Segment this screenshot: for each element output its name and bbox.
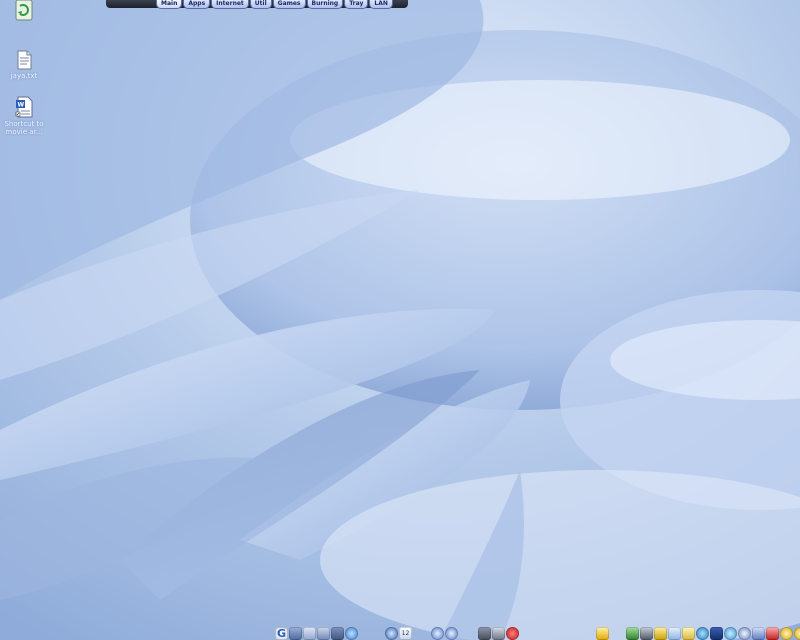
messenger-icon[interactable] [724,626,737,640]
bottom-dock-media [431,626,458,640]
desktop-icon-recycle-bin[interactable] [0,0,48,24]
tab-games[interactable]: Games [272,0,306,9]
desktop-icon-label: Shortcut to movie ar... [4,120,44,136]
desktop-icon-label: jaya.txt [10,72,38,80]
window-icon[interactable] [710,626,723,640]
bottom-dock-tray [596,626,609,640]
alert-icon[interactable] [506,626,519,640]
word-document-icon: W [15,96,33,118]
lightning-icon[interactable] [596,626,609,640]
speaker-icon[interactable] [640,626,653,640]
tab-lan[interactable]: LAN [369,0,393,9]
recycle-bin-icon [15,0,33,21]
shield-icon[interactable] [654,626,667,640]
desktop-icon-movie-shortcut[interactable]: W Shortcut to movie ar... [0,96,48,136]
user-icon[interactable] [696,626,709,640]
svg-text:W: W [18,102,25,109]
blue-folder-icon[interactable] [752,626,765,640]
tools-icon[interactable] [738,626,751,640]
globe-icon[interactable] [385,626,398,640]
media-player-icon[interactable] [431,626,444,640]
folder-icon[interactable] [289,626,302,640]
bottom-dock-tray-icons [626,626,800,640]
red-box-icon[interactable] [766,626,779,640]
tab-main[interactable]: Main [156,0,183,9]
monitor-icon[interactable] [331,626,344,640]
top-dock-tabs: Main Apps Internet Util Games Burning Tr… [156,0,393,9]
text-file-icon [17,50,32,70]
tab-apps[interactable]: Apps [183,0,211,9]
bottom-dock-center: G [275,626,358,640]
google-search-icon[interactable]: G [275,626,288,640]
media-library-icon[interactable] [445,626,458,640]
desktop-wallpaper [0,0,800,640]
target-icon[interactable] [794,626,800,640]
drive-icon[interactable] [317,626,330,640]
bottom-dock-apps [478,626,519,640]
crosshair-icon[interactable] [780,626,793,640]
tab-burning[interactable]: Burning [306,0,344,9]
settings-icon[interactable] [492,626,505,640]
tab-internet[interactable]: Internet [211,0,249,9]
bottom-dock-tools: 12 [385,626,412,640]
documents-icon[interactable] [303,626,316,640]
cloud-icon[interactable] [668,626,681,640]
display-icon[interactable] [478,626,491,640]
calendar-icon[interactable]: 12 [399,626,412,640]
desktop-icon-jaya-txt[interactable]: jaya.txt [0,50,48,80]
tab-util[interactable]: Util [249,0,272,9]
network-icon[interactable] [626,626,639,640]
network-globe-icon[interactable] [345,626,358,640]
tab-tray[interactable]: Tray [344,0,369,9]
mail-icon[interactable] [682,626,695,640]
